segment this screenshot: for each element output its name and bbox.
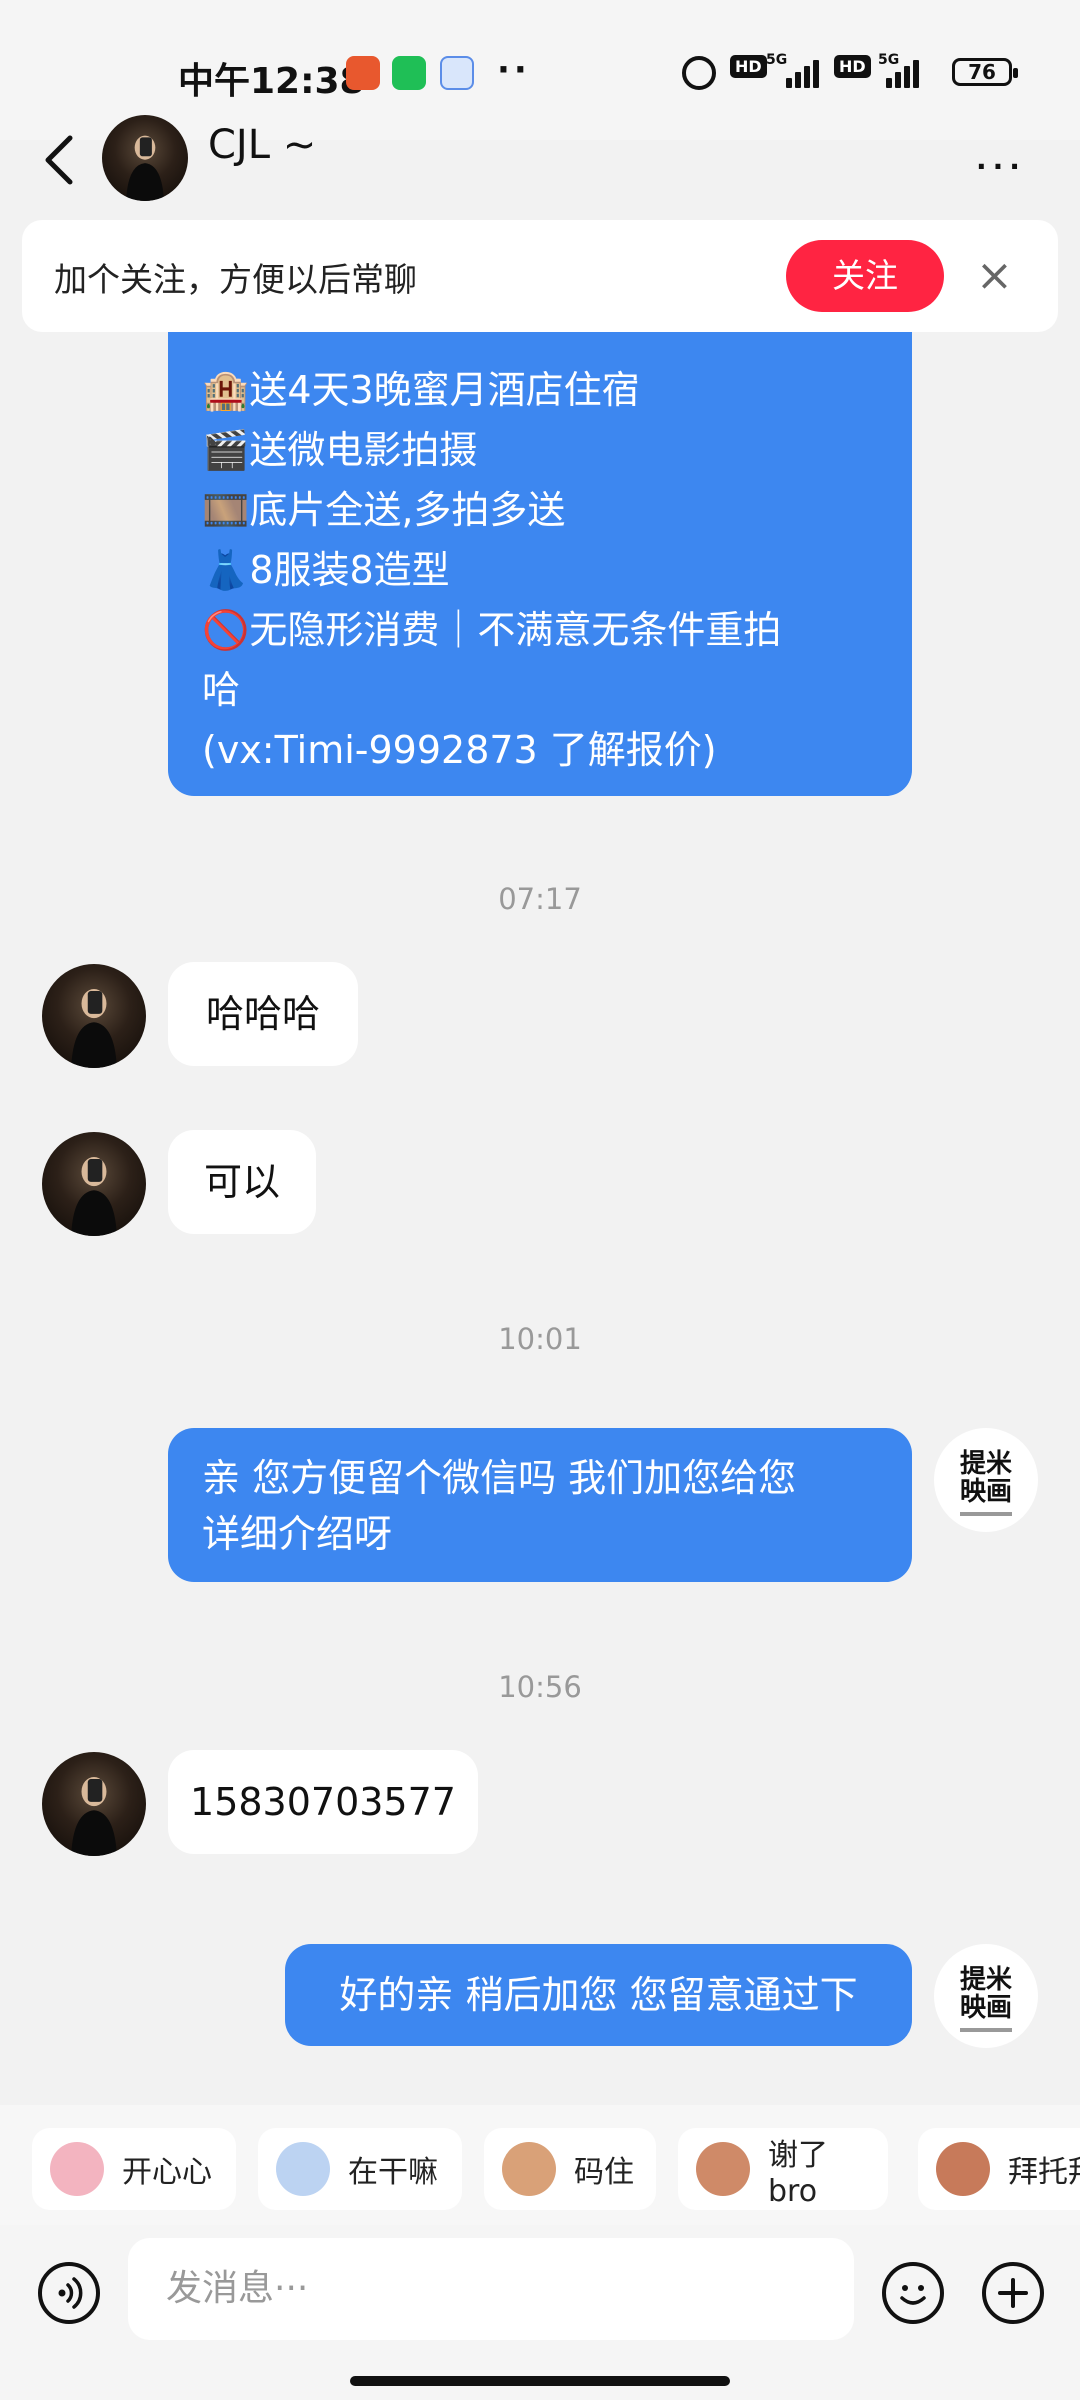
- brand-avatar-text: 提米 映画: [959, 1449, 1012, 1507]
- net-label-1: 5G: [766, 52, 788, 68]
- back-button[interactable]: [40, 130, 80, 190]
- sender-avatar[interactable]: [42, 1752, 146, 1856]
- quick-reply-chip[interactable]: 拜托拜: [918, 2128, 1080, 2210]
- message-bubble-incoming[interactable]: 15830703577: [168, 1750, 478, 1854]
- brand-logo-mark: [960, 1512, 1012, 1516]
- quick-reply-chip[interactable]: 码住: [484, 2128, 656, 2210]
- sticker-icon: [502, 2142, 556, 2196]
- app-notification-icon-2: [440, 56, 474, 90]
- promo-message-bubble: 🏨送4天3晚蜜月酒店住宿 🎬送微电影拍摄 🎞️底片全送,多拍多送 👗8服装8造型…: [168, 300, 912, 796]
- plus-icon: [998, 2278, 1028, 2308]
- promo-line: 🎞️底片全送,多拍多送: [202, 488, 566, 532]
- quick-reply-chip[interactable]: 开心心: [32, 2128, 236, 2210]
- own-avatar[interactable]: 提米 映画: [934, 1428, 1038, 1532]
- brand-avatar-text: 提米 映画: [959, 1965, 1012, 2023]
- follow-button[interactable]: 关注: [786, 240, 944, 312]
- status-network-2: HD: [834, 55, 871, 78]
- alarm-icon: [682, 56, 716, 90]
- follow-banner-text: 加个关注，方便以后常聊: [54, 260, 417, 299]
- signal-icon-1: [786, 58, 819, 92]
- emoji-button[interactable]: [882, 2262, 944, 2324]
- signal-icon-2: [886, 58, 919, 92]
- home-indicator[interactable]: [350, 2376, 730, 2386]
- message-bubble-incoming[interactable]: 哈哈哈: [168, 962, 358, 1066]
- brand-logo-mark: [960, 2028, 1012, 2032]
- hd-icon: HD: [730, 55, 767, 78]
- message-line: 亲 您方便留个微信吗 我们加您给您: [202, 1456, 797, 1500]
- sender-avatar[interactable]: [42, 1132, 146, 1236]
- sticker-icon: [276, 2142, 330, 2196]
- promo-line: 🎬送微电影拍摄: [202, 428, 478, 472]
- quick-reply-label: 开心心: [122, 2155, 212, 2190]
- promo-line: 🚫无隐形消费｜不满意无条件重拍: [202, 608, 782, 652]
- quick-reply-label: 谢了bro: [768, 2137, 828, 2209]
- contact-avatar[interactable]: [102, 115, 188, 201]
- smiley-icon: [900, 2285, 926, 2305]
- message-bubble-outgoing[interactable]: 亲 您方便留个微信吗 我们加您给您 详细介绍呀: [168, 1428, 912, 1582]
- quick-reply-label: 码住: [574, 2155, 634, 2190]
- chevron-left-icon: [45, 135, 73, 185]
- more-notifications-icon: ··: [497, 50, 531, 90]
- timestamp: 07:17: [498, 882, 582, 916]
- promo-line: 哈: [202, 668, 241, 712]
- promo-line: 🏨送4天3晚蜜月酒店住宿: [202, 368, 640, 412]
- timestamp: 10:56: [498, 1670, 582, 1704]
- quick-reply-label: 在干嘛: [348, 2155, 438, 2190]
- wechat-icon: [392, 56, 426, 90]
- plus-button[interactable]: [982, 2262, 1044, 2324]
- contact-name[interactable]: CJL ~: [208, 122, 316, 168]
- quick-reply-chip[interactable]: 在干嘛: [258, 2128, 462, 2210]
- own-avatar[interactable]: 提米 映画: [934, 1944, 1038, 2048]
- timestamp: 10:01: [498, 1322, 582, 1356]
- quick-reply-label: 拜托拜: [1008, 2155, 1080, 2190]
- close-icon[interactable]: ×: [976, 248, 1013, 304]
- more-options-button[interactable]: ···: [976, 150, 1026, 183]
- voice-input-button[interactable]: [38, 2262, 100, 2324]
- message-input[interactable]: 发消息···: [128, 2238, 854, 2340]
- battery-icon: 76: [952, 58, 1018, 86]
- sticker-icon: [696, 2142, 750, 2196]
- voice-icon: [58, 2277, 83, 2309]
- sticker-icon: [936, 2142, 990, 2196]
- promo-line: (vx:Timi-9992873 了解报价): [202, 728, 717, 772]
- message-bubble-incoming[interactable]: 可以: [168, 1130, 316, 1234]
- status-network-1: HD: [730, 55, 767, 78]
- app-notification-icon: [346, 56, 380, 90]
- quick-reply-chip[interactable]: 谢了bro: [678, 2128, 888, 2210]
- sticker-icon: [50, 2142, 104, 2196]
- promo-line: 👗8服装8造型: [202, 548, 450, 592]
- message-bubble-outgoing[interactable]: 好的亲 稍后加您 您留意通过下: [285, 1944, 912, 2046]
- message-line: 详细介绍呀: [202, 1512, 393, 1556]
- hd-icon-2: HD: [834, 55, 871, 78]
- sender-avatar[interactable]: [42, 964, 146, 1068]
